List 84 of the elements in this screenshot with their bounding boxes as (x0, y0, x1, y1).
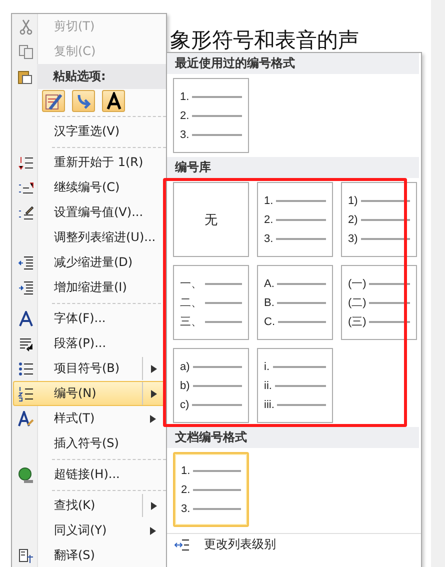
font-icon (18, 310, 34, 326)
menu-item[interactable]: 查找(K) (13, 493, 165, 518)
pencil-list-icon (18, 204, 34, 220)
list-marker: 3. (264, 232, 274, 244)
clipboard-icon (16, 68, 32, 84)
list-marker: 3. (181, 502, 190, 514)
numbering-format-tile[interactable]: (一) (二) (三) (341, 265, 417, 340)
paintbrush-icon (44, 92, 62, 110)
list-marker: 2) (348, 214, 358, 226)
numbering-format-tile[interactable]: 1. 2. 3. (173, 452, 249, 527)
list-marker: b) (180, 380, 190, 392)
list-marker: 1. (264, 194, 274, 206)
caret-icon (150, 390, 156, 398)
menu-item[interactable]: 字体(F)... (13, 306, 165, 331)
list-marker: 三、 (180, 315, 202, 329)
menu-item[interactable]: 样式(T) (13, 406, 165, 431)
menu-item[interactable]: 翻译(S) (13, 543, 165, 567)
menu-item[interactable]: 插入符号(S) (13, 431, 165, 456)
list-marker: ii. (264, 380, 272, 392)
menu-item[interactable]: 汉字重选(V) (13, 119, 165, 144)
menu-item[interactable]: 设置编号值(V)... (13, 200, 165, 225)
section-header: 最近使用过的编号格式 (167, 53, 419, 74)
numbering-format-tile[interactable]: 1. 2. 3. (173, 78, 249, 153)
text-only-icon (104, 92, 122, 110)
menu-item[interactable]: 段落(P)... (13, 331, 165, 356)
list-marker: c) (180, 398, 190, 410)
list-marker: 2. (180, 110, 190, 122)
list-marker: C. (264, 316, 275, 328)
list-marker: B. (264, 296, 274, 308)
list-level-icon (174, 538, 190, 552)
list-marker: 2. (181, 484, 190, 496)
list-marker: 3. (180, 128, 190, 140)
numbering-format-tile[interactable]: 1) 2) 3) (341, 182, 417, 257)
numbering-format-tile[interactable]: 1. 2. 3. (257, 182, 333, 257)
menu-item[interactable]: 继续编号(C) (13, 175, 165, 200)
menu-item[interactable]: 减少缩进量(D) (13, 250, 165, 275)
numbering-format-tile[interactable]: A. B. C. (257, 265, 333, 340)
menu-item[interactable]: 更改列表级别 (167, 533, 421, 555)
numbering-format-tile[interactable]: a) b) c) (173, 348, 249, 423)
menu-item[interactable]: 编号(N) (13, 381, 165, 406)
list-marker: iii. (264, 398, 274, 410)
outdent-icon (18, 254, 34, 270)
list-marker: A. (264, 278, 274, 290)
caret-icon (150, 414, 156, 422)
document-text: 象形符号和表音的声 (170, 27, 359, 54)
paragraph-icon (18, 336, 34, 352)
scissors-icon (18, 18, 34, 34)
menu-item[interactable]: 同义词(Y) (13, 518, 165, 543)
numbered-list-icon (18, 180, 34, 196)
list-marker: 1. (180, 90, 190, 102)
numbering-format-tile[interactable]: i. ii. iii. (257, 348, 333, 423)
translate-icon (18, 548, 34, 564)
menu-item[interactable]: 增加缩进量(I) (13, 275, 165, 300)
bullet-list-icon (18, 360, 34, 376)
list-marker: 1. (181, 464, 190, 476)
menu-item[interactable]: 重新开始于 1(R) (13, 150, 165, 175)
list-marker: 3) (348, 232, 358, 244)
menu-item[interactable]: 调整列表缩进(U)... (13, 225, 165, 250)
list-marker: 一、 (180, 277, 202, 291)
menu-section-header: 粘贴选项: (37, 64, 166, 89)
list-marker: i. (264, 360, 270, 372)
caret-icon (150, 364, 156, 372)
list-marker: (一) (348, 277, 366, 291)
menu-item[interactable]: 项目符号(B) (13, 356, 165, 381)
menu-item[interactable]: 超链接(H)... (13, 462, 165, 487)
list-marker: 1) (348, 194, 358, 206)
list-marker: (二) (348, 296, 366, 310)
section-header: 文档编号格式 (167, 427, 419, 448)
list-marker: (三) (348, 315, 366, 329)
numbering-format-tile[interactable]: 一、 二、 三、 (173, 265, 249, 340)
numbered-list-icon (18, 386, 34, 402)
paste-option-button[interactable] (102, 90, 125, 112)
list-marker: a) (180, 360, 190, 372)
indent-icon (18, 280, 34, 296)
list-marker: 2. (264, 214, 274, 226)
section-header: 编号库 (167, 157, 419, 178)
numbered-list-icon (18, 154, 34, 170)
styles-icon (18, 410, 34, 426)
copy-icon (18, 44, 34, 60)
caret-icon (150, 526, 156, 534)
list-marker: 二、 (180, 296, 202, 310)
caret-icon (150, 502, 156, 510)
globe-icon (18, 466, 34, 482)
numbering-format-tile[interactable]: 无 (173, 182, 249, 257)
